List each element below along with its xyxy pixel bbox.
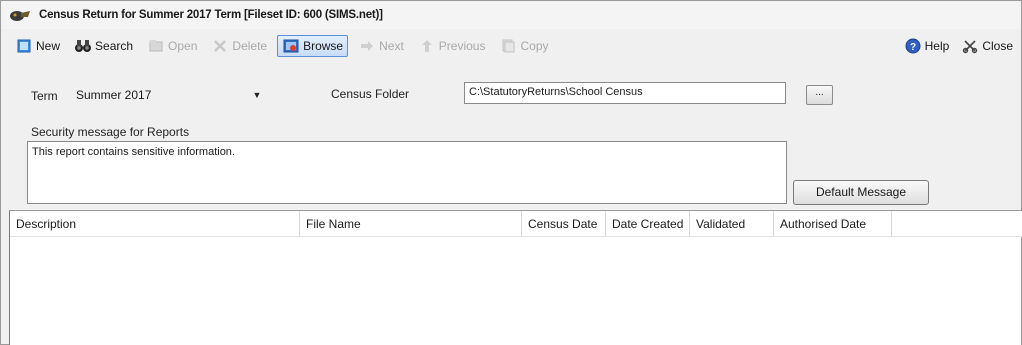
- next-button[interactable]: Next: [354, 35, 408, 57]
- close-label: Close: [982, 39, 1013, 53]
- binoculars-icon: [74, 37, 92, 55]
- new-button[interactable]: New: [11, 35, 64, 57]
- term-value: Summer 2017: [76, 88, 152, 102]
- new-document-icon: [15, 37, 33, 55]
- delete-button[interactable]: Delete: [207, 35, 271, 57]
- delete-label: Delete: [232, 39, 268, 53]
- open-icon: [147, 37, 165, 55]
- close-button[interactable]: Close: [957, 35, 1017, 57]
- delete-icon: [211, 37, 229, 55]
- browse-folder-button[interactable]: ...: [806, 85, 833, 105]
- security-message-label: Security message for Reports: [31, 125, 190, 139]
- census-return-window: Census Return for Summer 2017 Term [File…: [0, 0, 1022, 345]
- term-dropdown[interactable]: Summer 2017 ▼: [71, 85, 266, 105]
- grid-header: Description File Name Census Date Date C…: [10, 211, 1022, 237]
- scissors-close-icon: [961, 37, 979, 55]
- help-label: Help: [924, 39, 950, 53]
- column-header-description[interactable]: Description: [10, 211, 300, 237]
- security-message-textarea[interactable]: This report contains sensitive informati…: [27, 141, 787, 204]
- previous-label: Previous: [438, 39, 486, 53]
- search-button[interactable]: Search: [70, 35, 137, 57]
- open-button[interactable]: Open: [143, 35, 201, 57]
- term-label: Term: [31, 89, 58, 103]
- census-returns-grid[interactable]: Description File Name Census Date Date C…: [9, 210, 1022, 345]
- column-header-validated[interactable]: Validated: [690, 211, 774, 237]
- arrow-right-icon: [358, 37, 376, 55]
- next-label: Next: [379, 39, 404, 53]
- open-label: Open: [168, 39, 198, 53]
- census-folder-input[interactable]: C:\StatutoryReturns\School Census: [464, 82, 786, 104]
- browse-button[interactable]: Browse: [277, 35, 349, 57]
- help-button[interactable]: ? Help: [900, 35, 954, 57]
- arrow-up-icon: [418, 37, 436, 55]
- previous-button[interactable]: Previous: [414, 35, 490, 57]
- title-bar: Census Return for Summer 2017 Term [File…: [1, 1, 1021, 29]
- census-folder-label: Census Folder: [331, 87, 410, 101]
- default-message-button[interactable]: Default Message: [793, 180, 929, 205]
- browse-icon: [282, 37, 300, 55]
- toolbar: New Search Open Delete Browse Next Previ…: [1, 32, 1021, 60]
- copy-label: Copy: [520, 39, 549, 53]
- help-icon: ?: [904, 37, 922, 55]
- search-label: Search: [95, 39, 134, 53]
- dropdown-arrow-icon: ▼: [252, 90, 262, 100]
- copy-button[interactable]: Copy: [495, 35, 552, 57]
- column-header-file-name[interactable]: File Name: [300, 211, 522, 237]
- svg-text:?: ?: [910, 42, 916, 53]
- column-header-date-created[interactable]: Date Created: [606, 211, 690, 237]
- toolbar-right-group: ? Help Close: [896, 35, 1017, 57]
- column-header-census-date[interactable]: Census Date: [522, 211, 606, 237]
- browse-label: Browse: [303, 39, 344, 53]
- sims-app-icon: [10, 11, 30, 21]
- window-title: Census Return for Summer 2017 Term [File…: [39, 9, 383, 21]
- new-label: New: [36, 39, 61, 53]
- copy-icon: [499, 37, 517, 55]
- column-header-authorised-date[interactable]: Authorised Date: [774, 211, 892, 237]
